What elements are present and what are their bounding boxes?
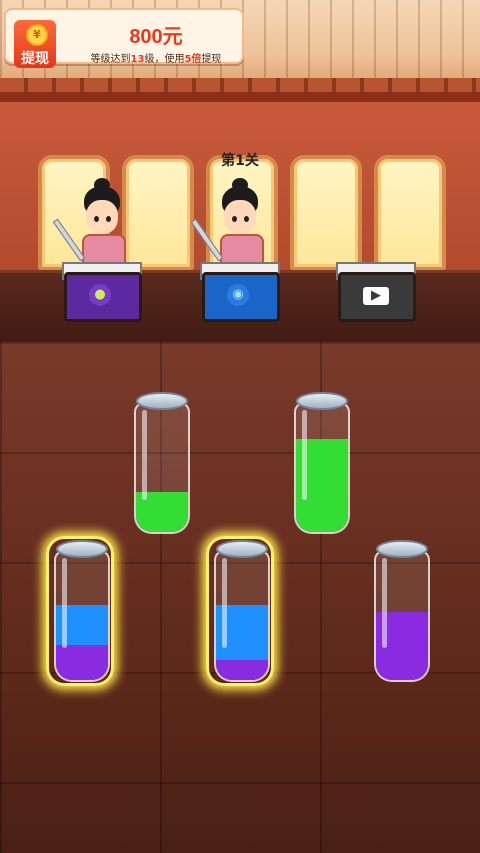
eye <box>232 216 237 222</box>
water-bottle[interactable] <box>212 540 270 682</box>
glass-shine <box>142 410 147 500</box>
bottle-cap <box>216 540 268 558</box>
withdraw-button[interactable]: ¥ 提现 <box>14 20 56 68</box>
hint-text-2: 级，使用 <box>144 54 185 65</box>
water-bottle[interactable] <box>132 392 190 534</box>
withdraw-label: 提现 <box>21 51 49 67</box>
hint-text-3: 提现 <box>201 54 222 65</box>
eye <box>94 216 99 222</box>
withdraw-panel: ¥ 提现 800元 等级达到13级，使用5倍提现 <box>4 8 246 68</box>
cash-amount: 800元 <box>129 26 183 48</box>
glass-shine <box>222 558 227 648</box>
water-bottle[interactable] <box>292 392 350 534</box>
grape-box[interactable]: ● <box>64 272 142 322</box>
video-icon: ▶ <box>363 287 389 305</box>
earth-icon: ◉ <box>227 284 249 306</box>
face <box>224 200 256 234</box>
glass-shine <box>62 558 67 648</box>
hint-level: 13 <box>130 54 145 65</box>
wall-window <box>290 155 362 271</box>
bottle-cap <box>296 392 348 410</box>
bottle-cap <box>136 392 188 410</box>
face <box>86 200 118 234</box>
water-bottle[interactable] <box>372 540 430 682</box>
glass-shine <box>382 558 387 648</box>
withdraw-hint: 等级达到13级，使用5倍提现 <box>66 50 246 65</box>
coin-icon: ¥ <box>26 24 48 46</box>
eye <box>106 216 111 222</box>
liquid-layer-purple <box>56 645 108 680</box>
earth-box[interactable]: ◉ <box>202 272 280 322</box>
video-box[interactable]: ▶ <box>338 272 416 322</box>
eye <box>244 216 249 222</box>
grape-icon: ● <box>89 284 111 306</box>
water-bottle[interactable] <box>52 540 110 682</box>
wall-beam <box>0 92 480 102</box>
bottle-cap <box>56 540 108 558</box>
wall-window <box>374 155 446 271</box>
glass-shine <box>302 410 307 500</box>
level-title: 第1关 <box>221 153 259 169</box>
hint-multiplier: 5倍 <box>184 54 202 65</box>
hint-text-1: 等级达到 <box>90 54 131 65</box>
liquid-layer-purple <box>216 660 268 680</box>
bottle-cap <box>376 540 428 558</box>
